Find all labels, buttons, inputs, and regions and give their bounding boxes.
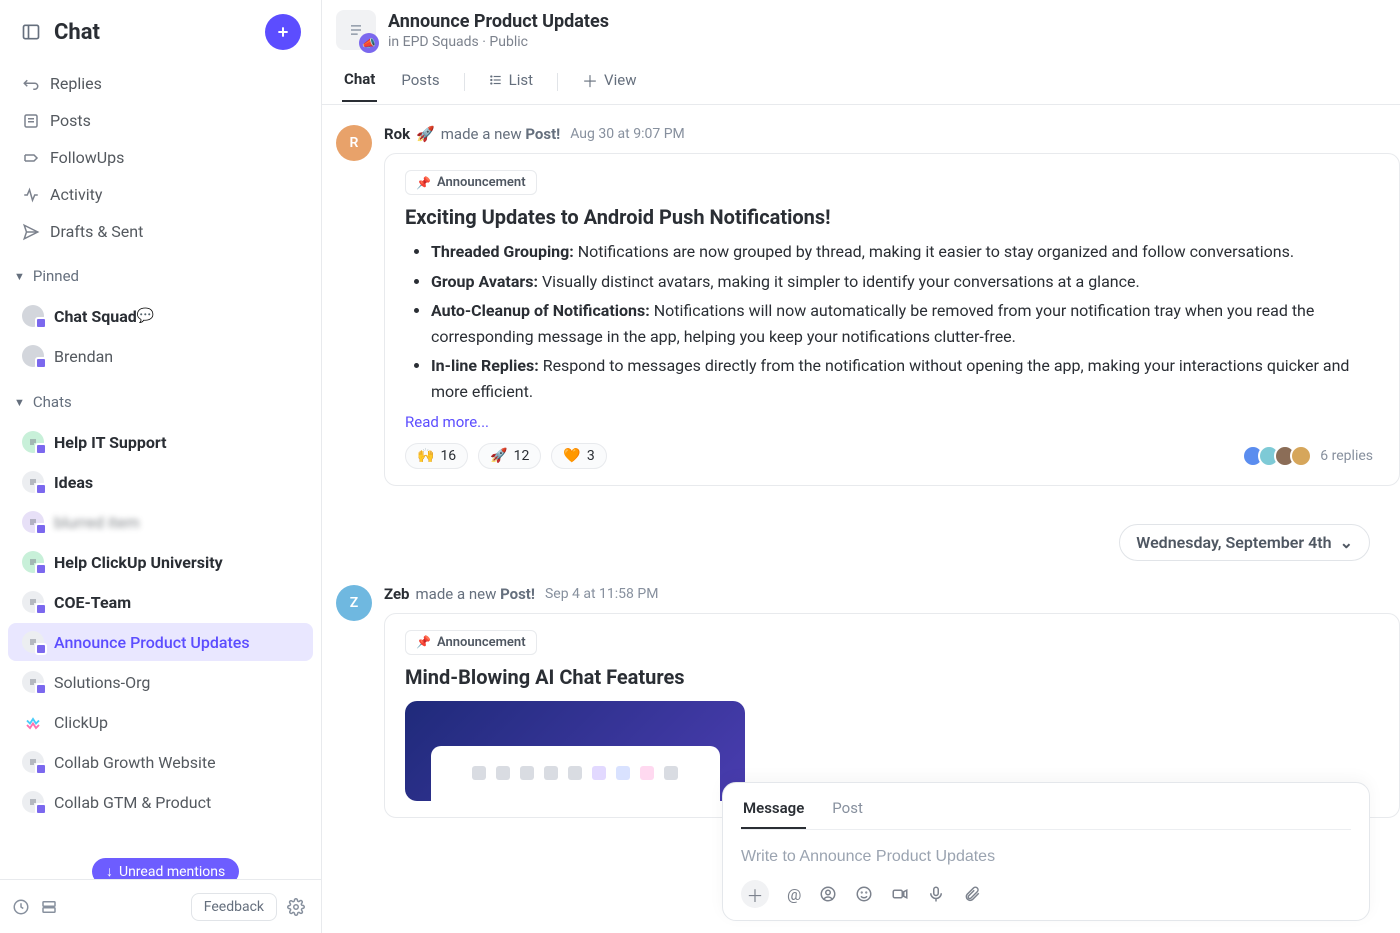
- arrow-down-icon: ↓: [106, 863, 113, 880]
- breadcrumb[interactable]: in EPD Squads · Public: [388, 34, 609, 50]
- composer-tab-message[interactable]: Message: [741, 793, 806, 829]
- post-timestamp: Sep 4 at 11:58 PM: [545, 586, 658, 602]
- add-attachment-button[interactable]: ＋: [741, 880, 769, 908]
- page-title: Announce Product Updates: [388, 11, 609, 32]
- nav-activity[interactable]: Activity: [8, 177, 313, 212]
- bullet-point: Group Avatars: Visually distinct avatars…: [431, 269, 1379, 295]
- channel-avatar: [22, 791, 44, 813]
- chat-item[interactable]: Solutions-Org: [8, 663, 313, 701]
- nav-replies[interactable]: Replies: [8, 66, 313, 101]
- chevron-down-icon: ⌄: [1340, 533, 1353, 552]
- pinned-item[interactable]: Brendan: [8, 337, 313, 375]
- post-title: Exciting Updates to Android Push Notific…: [405, 205, 1379, 229]
- pin-icon: 📌: [416, 635, 431, 649]
- channel-avatar: [22, 471, 44, 493]
- channel-avatar: [22, 431, 44, 453]
- avatar: [22, 345, 44, 367]
- activity-icon: [22, 186, 50, 204]
- main-pane: 📣 Announce Product Updates in EPD Squads…: [322, 0, 1400, 933]
- bullet-point: Auto-Cleanup of Notifications: Notificat…: [431, 298, 1379, 349]
- sidebar: Chat RepliesPostsFollowUpsActivityDrafts…: [0, 0, 322, 933]
- reply-icon: [22, 75, 50, 93]
- caret-down-icon: ▼: [14, 270, 25, 283]
- announcement-tag: 📌Announcement: [405, 170, 537, 195]
- pinned-header[interactable]: ▼ Pinned: [0, 257, 321, 291]
- chat-item[interactable]: Ideas: [8, 463, 313, 501]
- post-author[interactable]: Zeb: [384, 585, 410, 603]
- nav-drafts-sent[interactable]: Drafts & Sent: [8, 214, 313, 249]
- followup-icon: [22, 149, 50, 167]
- view-tab-view[interactable]: ＋View: [580, 60, 638, 104]
- replies-summary[interactable]: 6 replies: [1242, 445, 1379, 467]
- reaction-chip[interactable]: 🙌16: [405, 443, 468, 469]
- send-icon: [22, 223, 50, 241]
- nav-followups[interactable]: FollowUps: [8, 140, 313, 175]
- bullet-point: In-line Replies: Respond to messages dir…: [431, 353, 1379, 404]
- pin-icon: 📌: [416, 176, 431, 190]
- chats-header[interactable]: ▼ Chats: [0, 383, 321, 417]
- feedback-button[interactable]: Feedback: [191, 893, 277, 921]
- post-timestamp: Aug 30 at 9:07 PM: [570, 126, 685, 142]
- read-more-link[interactable]: Read more...: [405, 413, 1379, 431]
- date-divider[interactable]: Wednesday, September 4th ⌄: [1119, 524, 1370, 561]
- settings-icon[interactable]: [287, 898, 305, 916]
- post-image-preview[interactable]: [405, 701, 745, 801]
- message-composer: Message Post ＋ @: [722, 782, 1370, 921]
- channel-avatar: [22, 551, 44, 573]
- avatar[interactable]: R: [336, 125, 372, 161]
- post-author[interactable]: Rok: [384, 125, 410, 143]
- emoji-icon[interactable]: [855, 885, 873, 903]
- avatar: [22, 305, 44, 327]
- panel-toggle-icon[interactable]: [20, 21, 42, 43]
- clock-icon[interactable]: [12, 898, 30, 916]
- video-icon[interactable]: [891, 885, 909, 903]
- chat-item[interactable]: Collab Growth Website: [8, 743, 313, 781]
- reaction-chip[interactable]: 🧡3: [551, 443, 606, 469]
- view-tab-posts[interactable]: Posts: [399, 63, 441, 101]
- rocket-emoji: 🚀: [416, 125, 435, 143]
- layout-icon[interactable]: [40, 898, 58, 916]
- compose-button[interactable]: [265, 14, 301, 50]
- view-tab-list[interactable]: List: [487, 63, 535, 101]
- composer-tab-post[interactable]: Post: [830, 793, 865, 829]
- post-title: Mind-Blowing AI Chat Features: [405, 665, 1379, 689]
- post-card[interactable]: 📌Announcement Exciting Updates to Androi…: [384, 153, 1400, 486]
- microphone-icon[interactable]: [927, 885, 945, 903]
- chat-item[interactable]: Collab GTM & Product: [8, 783, 313, 821]
- sidebar-title: Chat: [54, 20, 265, 45]
- chat-item[interactable]: COE-Team: [8, 583, 313, 621]
- chat-item[interactable]: Help ClickUp University: [8, 543, 313, 581]
- reaction-chip[interactable]: 🚀12: [478, 443, 541, 469]
- message-input[interactable]: [741, 838, 1351, 876]
- megaphone-badge-icon: 📣: [359, 33, 379, 53]
- mention-icon[interactable]: @: [787, 885, 801, 904]
- avatar-stack: [1242, 445, 1312, 467]
- chat-item[interactable]: Announce Product Updates: [8, 623, 313, 661]
- attachment-icon[interactable]: [963, 885, 981, 903]
- channel-avatar: [22, 631, 44, 653]
- chat-item[interactable]: Help IT Support: [8, 423, 313, 461]
- clickup-logo-icon: [22, 711, 44, 733]
- avatar[interactable]: Z: [336, 585, 372, 621]
- channel-avatar: [22, 751, 44, 773]
- caret-down-icon: ▼: [14, 396, 25, 409]
- channel-icon: 📣: [336, 10, 376, 50]
- channel-avatar: [22, 671, 44, 693]
- announcement-tag: 📌Announcement: [405, 630, 537, 655]
- post-action: made a new Post!: [441, 125, 560, 143]
- post-icon: [22, 112, 50, 130]
- post-action: made a new Post!: [416, 585, 535, 603]
- channel-avatar: [22, 591, 44, 613]
- bullet-point: Threaded Grouping: Notifications are now…: [431, 239, 1379, 265]
- speech-icon: 💬: [137, 308, 154, 324]
- nav-posts[interactable]: Posts: [8, 103, 313, 138]
- pinned-item[interactable]: Chat Squad 💬: [8, 297, 313, 335]
- person-mention-icon[interactable]: [819, 885, 837, 903]
- chat-item[interactable]: ClickUp: [8, 703, 313, 741]
- chat-item[interactable]: blurred item: [8, 503, 313, 541]
- channel-avatar: [22, 511, 44, 533]
- post: R Rok 🚀 made a new Post! Aug 30 at 9:07 …: [336, 125, 1400, 486]
- view-tab-chat[interactable]: Chat: [342, 62, 377, 102]
